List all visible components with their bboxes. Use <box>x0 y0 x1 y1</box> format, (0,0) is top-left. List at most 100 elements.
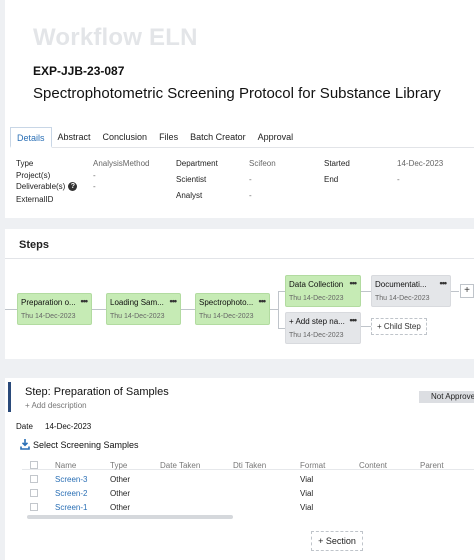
column-header-dti-taken[interactable]: Dti Taken <box>233 461 266 470</box>
step-node-name: Loading Sam... <box>110 298 164 307</box>
tab-details[interactable]: Details <box>10 127 52 148</box>
date-value: 14-Dec-2023 <box>45 422 92 431</box>
step-connector <box>278 328 285 329</box>
steps-panel: Steps Preparation o... ••• Thu 14-Dec-20… <box>5 229 474 359</box>
step-connector <box>278 291 285 292</box>
add-step-button[interactable]: + <box>460 284 474 298</box>
column-header-name[interactable]: Name <box>55 461 76 470</box>
more-icon[interactable]: ••• <box>170 296 178 306</box>
step-node-documentation[interactable]: Documentati... ••• Thu 14-Dec-2023 <box>371 275 451 307</box>
table-row: Screen-1 Other Vial <box>22 502 474 516</box>
add-section-button[interactable]: + Section <box>311 531 363 551</box>
more-icon[interactable]: ••• <box>440 278 448 288</box>
deliverables-label: Deliverable(s)? <box>16 182 78 192</box>
tab-bar: Details Abstract Conclusion Files Batch … <box>10 127 474 148</box>
table-header: Name Type Date Taken Dti Taken Format Co… <box>22 460 474 470</box>
step-node-preparation[interactable]: Preparation o... ••• Thu 14-Dec-2023 <box>17 293 92 325</box>
table-row: Screen-3 Other Vial <box>22 474 474 488</box>
table-row: Screen-2 Other Vial <box>22 488 474 502</box>
sample-format: Vial <box>300 489 314 498</box>
horizontal-scrollbar[interactable] <box>27 515 233 519</box>
tab-conclusion[interactable]: Conclusion <box>97 127 154 148</box>
sample-type: Other <box>110 489 131 498</box>
steps-title: Steps <box>19 239 49 251</box>
download-icon <box>20 439 30 450</box>
more-icon[interactable]: ••• <box>350 315 358 325</box>
type-label: Type <box>16 159 34 168</box>
scientist-label: Scientist <box>176 175 207 184</box>
step-node-spectrophotometry[interactable]: Spectrophoto... ••• Thu 14-Dec-2023 <box>195 293 270 325</box>
experiment-id: EXP-JJB-23-087 <box>33 64 125 78</box>
step-node-date: Thu 14-Dec-2023 <box>110 313 165 320</box>
column-header-format[interactable]: Format <box>300 461 325 470</box>
row-checkbox[interactable] <box>30 503 38 511</box>
experiment-header: Workflow ELN EXP-JJB-23-087 Spectrophoto… <box>5 0 474 218</box>
step-node-name: Spectrophoto... <box>199 298 254 307</box>
date-label: Date <box>16 422 33 431</box>
tab-abstract[interactable]: Abstract <box>52 127 97 148</box>
department-label: Department <box>176 159 218 168</box>
step-node-date: Thu 14-Dec-2023 <box>289 295 344 302</box>
started-label: Started <box>324 159 350 168</box>
department-value: Scifeon <box>249 159 276 168</box>
projects-label: Project(s) <box>16 171 51 180</box>
step-connector <box>278 291 279 328</box>
step-connector <box>451 291 459 292</box>
sample-format: Vial <box>300 475 314 484</box>
tab-batch-creator[interactable]: Batch Creator <box>184 127 252 148</box>
scientist-value: - <box>249 175 252 184</box>
step-node-name: Preparation o... <box>21 298 76 307</box>
step-node-data-collection[interactable]: Data Collection ••• Thu 14-Dec-2023 <box>285 275 361 307</box>
select-all-checkbox[interactable] <box>30 461 38 469</box>
step-node-name: + Add step na... <box>289 317 345 326</box>
column-header-parent[interactable]: Parent <box>420 461 444 470</box>
divider <box>5 258 474 259</box>
step-connector <box>270 309 278 310</box>
step-node-date: Thu 14-Dec-2023 <box>375 295 430 302</box>
step-accent-bar <box>8 382 11 412</box>
step-node-date: Thu 14-Dec-2023 <box>199 313 254 320</box>
more-icon[interactable]: ••• <box>259 296 267 306</box>
step-connector <box>361 326 371 327</box>
step-connector <box>361 291 371 292</box>
sample-type: Other <box>110 503 131 512</box>
section-title: Select Screening Samples <box>33 440 139 450</box>
add-child-step-button[interactable]: + Child Step <box>371 318 427 335</box>
started-value: 14-Dec-2023 <box>397 159 444 168</box>
projects-value: - <box>93 171 96 180</box>
step-node-loading-samples[interactable]: Loading Sam... ••• Thu 14-Dec-2023 <box>106 293 181 325</box>
more-icon[interactable]: ••• <box>81 296 89 306</box>
approval-status-button[interactable]: Not Approved <box>419 391 474 403</box>
add-description-link[interactable]: + Add description <box>25 401 87 410</box>
end-label: End <box>324 175 339 184</box>
sample-link[interactable]: Screen-1 <box>55 503 87 512</box>
column-header-content[interactable]: Content <box>359 461 387 470</box>
tab-files[interactable]: Files <box>153 127 184 148</box>
tab-approval[interactable]: Approval <box>252 127 300 148</box>
type-value: AnalysisMethod <box>93 159 150 168</box>
row-checkbox[interactable] <box>30 475 38 483</box>
external-id-label: ExternalID <box>16 195 54 204</box>
column-header-date-taken[interactable]: Date Taken <box>160 461 200 470</box>
step-connector <box>181 309 195 310</box>
step-node-add-step[interactable]: + Add step na... ••• Thu 14-Dec-2023 <box>285 312 361 344</box>
analyst-value: - <box>249 191 252 200</box>
analyst-label: Analyst <box>176 191 203 200</box>
experiment-title: Spectrophotometric Screening Protocol fo… <box>33 85 441 102</box>
sample-link[interactable]: Screen-3 <box>55 475 87 484</box>
sample-type: Other <box>110 475 131 484</box>
step-detail-panel: Step: Preparation of Samples + Add descr… <box>5 378 474 560</box>
step-title: Step: Preparation of Samples <box>25 386 169 398</box>
end-value: - <box>397 175 400 184</box>
help-icon[interactable]: ? <box>68 182 78 192</box>
row-checkbox[interactable] <box>30 489 38 497</box>
more-icon[interactable]: ••• <box>350 278 358 288</box>
step-node-date: Thu 14-Dec-2023 <box>21 313 76 320</box>
step-connector <box>5 309 17 310</box>
deliverables-value: - <box>93 182 96 191</box>
column-header-type[interactable]: Type <box>110 461 127 470</box>
sample-link[interactable]: Screen-2 <box>55 489 87 498</box>
app-title: Workflow ELN <box>33 24 198 51</box>
step-connector <box>92 309 106 310</box>
step-node-date: Thu 14-Dec-2023 <box>289 332 344 339</box>
